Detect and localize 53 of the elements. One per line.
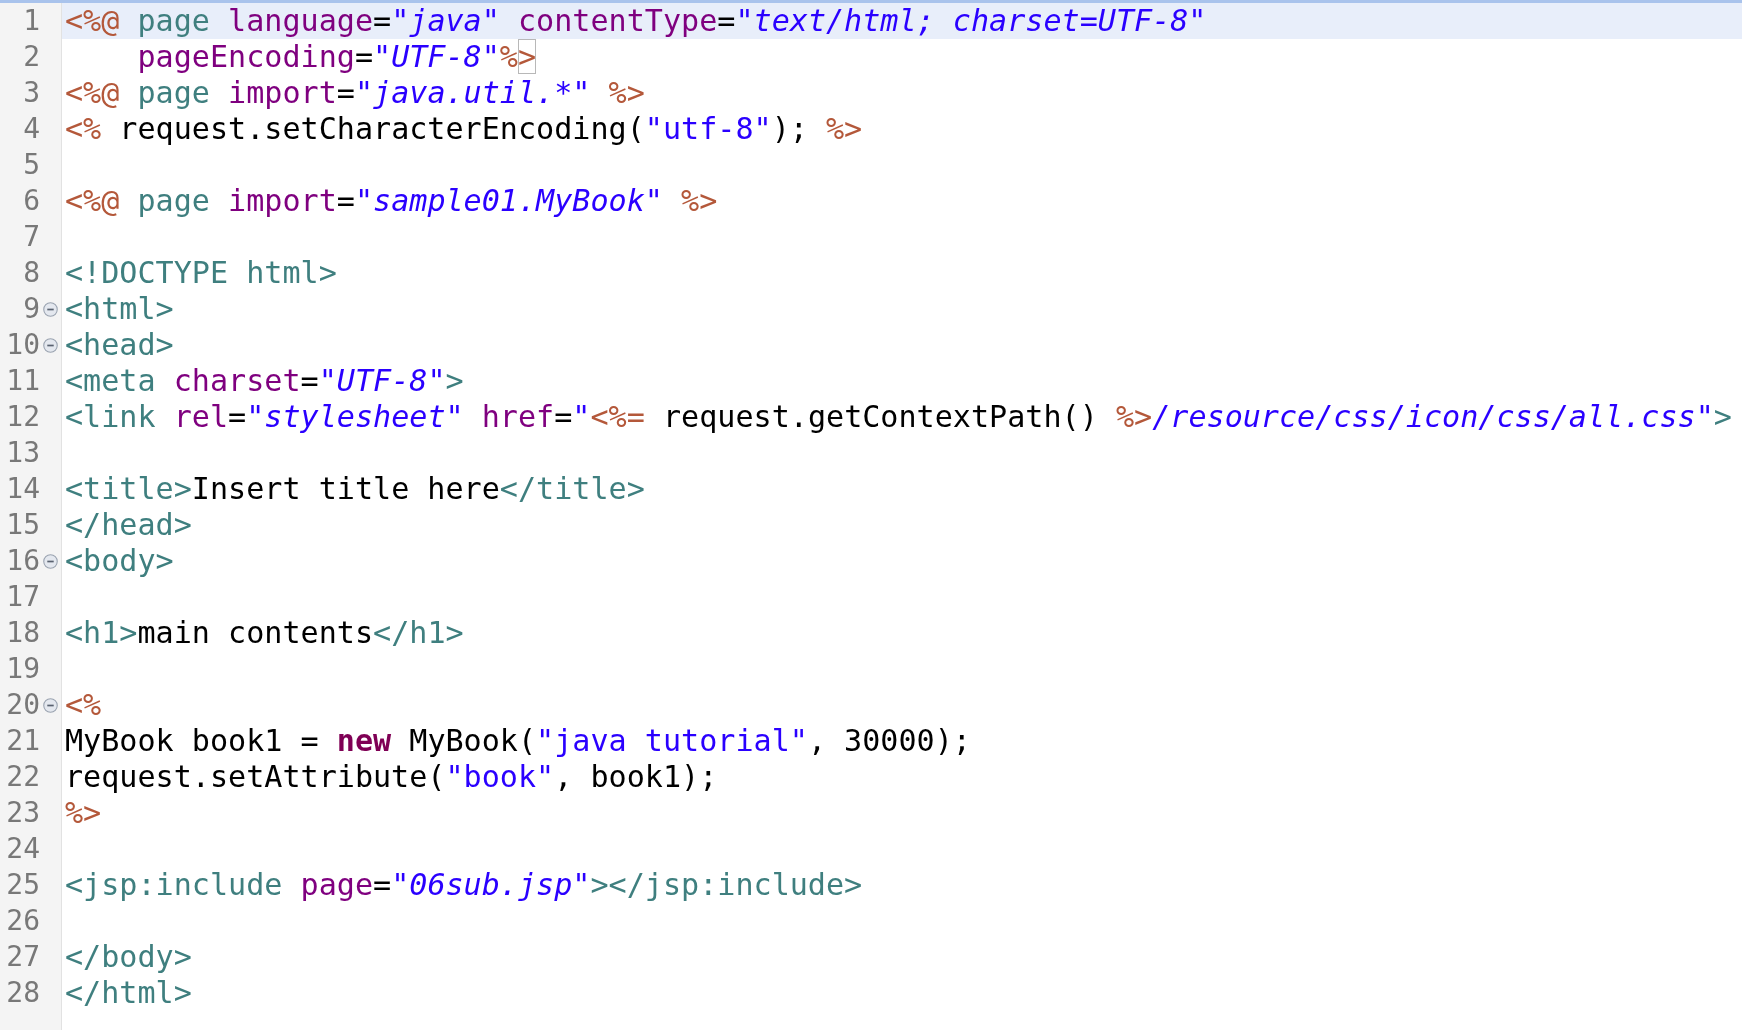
- line-number: 19: [5, 651, 40, 687]
- line-number: 16: [5, 543, 40, 579]
- line-number: 11: [5, 363, 40, 399]
- line-number: 28: [5, 975, 40, 1011]
- line-number: 9: [22, 291, 40, 327]
- line-number: 26: [5, 903, 40, 939]
- line-number: 13: [5, 435, 40, 471]
- line-number: 17: [5, 579, 40, 615]
- code-line: <%: [65, 687, 102, 723]
- code-line: </html>: [65, 975, 192, 1011]
- line-number: 4: [22, 111, 40, 147]
- code-line: <h1>main contents</h1>: [65, 615, 464, 651]
- code-line: <body>: [65, 543, 174, 579]
- line-number: 18: [5, 615, 40, 651]
- code-line: <meta charset="UTF-8">: [65, 363, 464, 399]
- line-number: 5: [22, 147, 40, 183]
- line-number: 12: [5, 399, 40, 435]
- line-number: 22: [5, 759, 40, 795]
- line-number: 1: [22, 3, 40, 39]
- code-line: MyBook book1 = new MyBook("java tutorial", 30000);: [65, 723, 971, 759]
- code-line: <!DOCTYPE html>: [65, 255, 337, 291]
- line-number: 10: [5, 327, 40, 363]
- code-line: <%@ page language="java" contentType="text/html; charset=UTF-8": [65, 3, 1207, 39]
- collapse-icon[interactable]: [42, 697, 58, 713]
- code-line: </head>: [65, 507, 192, 543]
- code-line: </body>: [65, 939, 192, 975]
- line-number: 7: [22, 219, 40, 255]
- code-line: <%@ page import="sample01.MyBook" %>: [65, 183, 718, 219]
- line-number: 14: [5, 471, 40, 507]
- code-line: <head>: [65, 327, 174, 363]
- collapse-icon[interactable]: [42, 553, 58, 569]
- code-line: <%@ page import="java.util.*" %>: [65, 75, 645, 111]
- line-number: 27: [5, 939, 40, 975]
- code-line: <link rel="stylesheet" href="<%= request.getContextPath() %>/resource/css/icon/css/all.css">: [65, 399, 1732, 435]
- line-number: 2: [22, 39, 40, 75]
- collapse-icon[interactable]: [42, 337, 58, 353]
- code-line: request.setAttribute("book", book1);: [65, 759, 718, 795]
- line-number: 15: [5, 507, 40, 543]
- line-number: 21: [5, 723, 40, 759]
- line-number: 25: [5, 867, 40, 903]
- line-number: 8: [22, 255, 40, 291]
- collapse-icon[interactable]: [42, 301, 58, 317]
- line-number: 20: [5, 687, 40, 723]
- line-number: 3: [22, 75, 40, 111]
- code-line: %>: [65, 795, 102, 831]
- code-line: <title>Insert title here</title>: [65, 471, 645, 507]
- line-number: 24: [5, 831, 40, 867]
- code-line: <% request.setCharacterEncoding("utf-8"); %>: [65, 111, 863, 147]
- line-number: 6: [22, 183, 40, 219]
- code-line: <html>: [65, 291, 174, 327]
- code-line: pageEncoding="UTF-8"%>: [136, 39, 537, 75]
- line-number: 23: [5, 795, 40, 831]
- code-line: <jsp:include page="06sub.jsp"></jsp:include>: [65, 867, 863, 903]
